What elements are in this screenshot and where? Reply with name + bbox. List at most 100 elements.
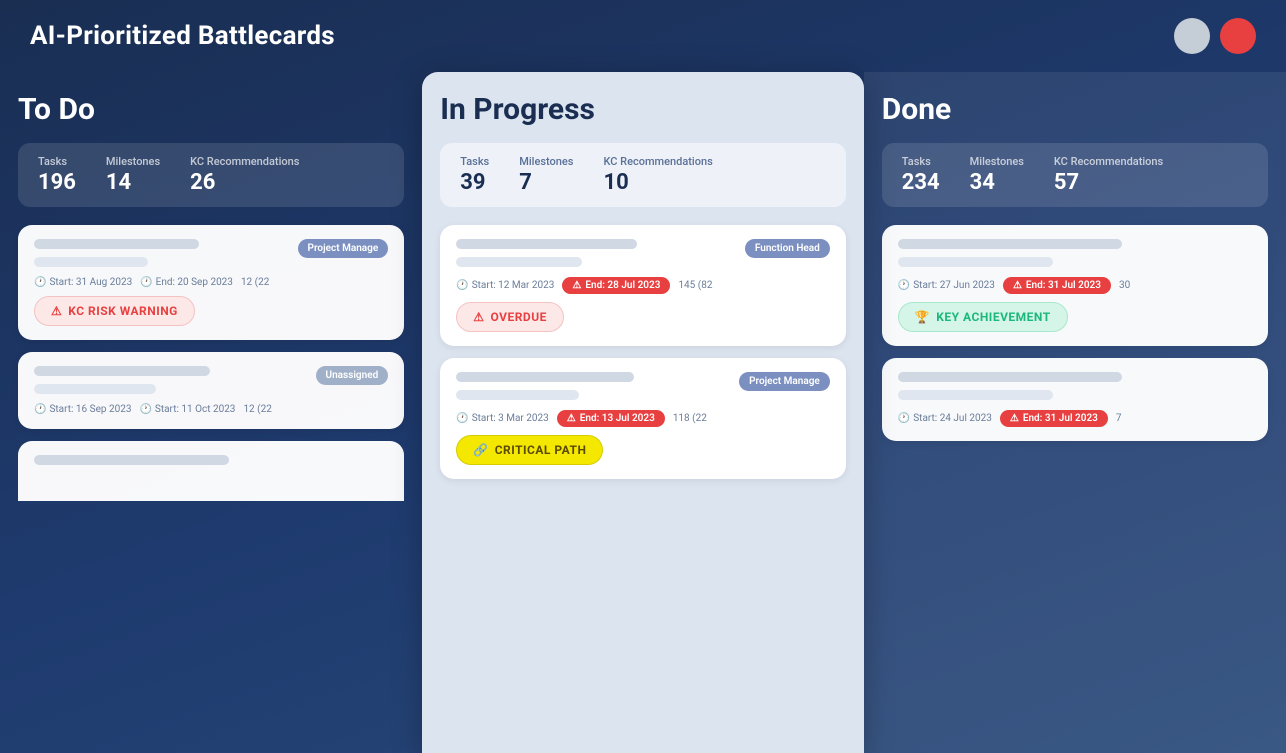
achievement-icon: 🏆: [915, 310, 930, 324]
todo-card-2-end: 🕐 Start: 11 Oct 2023: [139, 404, 235, 415]
inprogress-card-2-badge[interactable]: 🔗 CRITICAL PATH: [456, 435, 603, 465]
todo-card-1-count: 12 (22: [241, 277, 269, 288]
todo-card-2-count: 12 (22: [243, 404, 271, 415]
inprogress-card-1-tag: Function Head: [745, 239, 830, 258]
todo-tasks-stat: Tasks 196: [38, 155, 76, 195]
column-todo: To Do Tasks 196 Milestones 14 KC Recomme…: [0, 72, 422, 753]
done-milestones-stat: Milestones 34: [970, 155, 1024, 195]
todo-card-2-lines: [34, 366, 306, 394]
inprogress-milestones-stat: Milestones 7: [519, 155, 573, 195]
clock-icon-2: 🕐: [140, 277, 152, 288]
inprogress-heading: In Progress: [440, 92, 846, 127]
inprogress-kc-value: 10: [603, 170, 712, 195]
inprogress-card-2-meta: 🕐 Start: 3 Mar 2023 ⚠ End: 13 Jul 2023 1…: [456, 410, 830, 427]
inprogress-card-2-line2: [456, 390, 579, 400]
todo-card-1-line1: [34, 239, 199, 249]
alert-icon-4: ⚠: [1010, 413, 1019, 424]
inprogress-card-2-header: Project Manage: [456, 372, 830, 400]
done-card-2-meta: 🕐 Start: 24 Jul 2023 ⚠ End: 31 Jul 2023 …: [898, 410, 1252, 427]
inprogress-card-2-end-overdue: ⚠ End: 13 Jul 2023: [557, 410, 665, 427]
todo-card-1-line2: [34, 257, 148, 267]
app-container: AI-Prioritized Battlecards To Do Tasks 1…: [0, 0, 1286, 753]
todo-tasks-value: 196: [38, 170, 76, 195]
todo-kc-stat: KC Recommendations 26: [190, 155, 299, 195]
inprogress-card-1-badge[interactable]: ⚠ OVERDUE: [456, 302, 564, 332]
inprogress-stats: Tasks 39 Milestones 7 KC Recommendations…: [440, 143, 846, 207]
column-done: Done Tasks 234 Milestones 34 KC Recommen…: [864, 72, 1286, 753]
inprogress-card-1-meta: 🕐 Start: 12 Mar 2023 ⚠ End: 28 Jul 2023 …: [456, 277, 830, 294]
todo-card-2-meta: 🕐 Start: 16 Sep 2023 🕐 Start: 11 Oct 202…: [34, 404, 388, 415]
inprogress-card-1-count: 145 (82: [678, 280, 712, 291]
todo-card-1[interactable]: Project Manage 🕐 Start: 31 Aug 2023 🕐 En…: [18, 225, 404, 340]
alert-icon-2: ⚠: [567, 413, 576, 424]
done-card-1-header: [898, 239, 1252, 267]
todo-heading: To Do: [18, 92, 404, 127]
user-icon[interactable]: [1174, 18, 1210, 54]
done-kc-label: KC Recommendations: [1054, 155, 1163, 168]
todo-card-2-line2: [34, 384, 156, 394]
done-card-1-count: 30: [1119, 280, 1130, 291]
clock-icon-8: 🕐: [898, 413, 910, 424]
done-card-2-start: 🕐 Start: 24 Jul 2023: [898, 413, 992, 424]
inprogress-kc-label: KC Recommendations: [603, 155, 712, 168]
done-card-1-start: 🕐 Start: 27 Jun 2023: [898, 280, 995, 291]
inprogress-card-1-line2: [456, 257, 581, 267]
inprogress-card-2[interactable]: Project Manage 🕐 Start: 3 Mar 2023 ⚠ End…: [440, 358, 846, 479]
inprogress-card-2-count: 118 (22: [673, 413, 707, 424]
done-card-2-count: 7: [1116, 413, 1122, 424]
done-card-2-line2: [898, 390, 1053, 400]
done-tasks-value: 234: [902, 170, 940, 195]
done-kc-value: 57: [1054, 170, 1163, 195]
done-tasks-label: Tasks: [902, 155, 940, 168]
warning-icon: ⚠: [51, 304, 62, 318]
todo-card-2-header: Unassigned: [34, 366, 388, 394]
alert-icon-1: ⚠: [572, 280, 581, 291]
done-card-1-badge[interactable]: 🏆 KEY ACHIEVEMENT: [898, 302, 1068, 332]
done-card-1-line2: [898, 257, 1053, 267]
done-card-1-line1: [898, 239, 1122, 249]
clock-icon-3: 🕐: [34, 404, 46, 415]
done-stats: Tasks 234 Milestones 34 KC Recommendatio…: [882, 143, 1268, 207]
todo-card-1-header: Project Manage: [34, 239, 388, 267]
todo-card-2-start: 🕐 Start: 16 Sep 2023: [34, 404, 131, 415]
columns-container: To Do Tasks 196 Milestones 14 KC Recomme…: [0, 72, 1286, 753]
inprogress-card-1-end-overdue: ⚠ End: 28 Jul 2023: [562, 277, 670, 294]
inprogress-milestones-label: Milestones: [519, 155, 573, 168]
column-inprogress: In Progress Tasks 39 Milestones 7 KC Rec…: [422, 72, 864, 753]
clock-icon-4: 🕐: [139, 404, 151, 415]
done-card-2-lines: [898, 372, 1242, 400]
clock-icon-5: 🕐: [456, 280, 468, 291]
done-card-2[interactable]: 🕐 Start: 24 Jul 2023 ⚠ End: 31 Jul 2023 …: [882, 358, 1268, 441]
todo-milestones-label: Milestones: [106, 155, 160, 168]
todo-milestones-value: 14: [106, 170, 160, 195]
todo-card-1-meta: 🕐 Start: 31 Aug 2023 🕐 End: 20 Sep 2023 …: [34, 277, 388, 288]
todo-kc-value: 26: [190, 170, 299, 195]
overdue-icon: ⚠: [473, 310, 484, 324]
header-icons: [1174, 18, 1256, 54]
partial-line-1: [34, 455, 229, 465]
done-card-2-header: [898, 372, 1252, 400]
todo-milestones-stat: Milestones 14: [106, 155, 160, 195]
critical-icon: 🔗: [473, 443, 488, 457]
inprogress-card-1[interactable]: Function Head 🕐 Start: 12 Mar 2023 ⚠ End…: [440, 225, 846, 346]
done-kc-stat: KC Recommendations 57: [1054, 155, 1163, 195]
inprogress-card-1-start: 🕐 Start: 12 Mar 2023: [456, 280, 554, 291]
todo-card-2[interactable]: Unassigned 🕐 Start: 16 Sep 2023 🕐 Start:…: [18, 352, 404, 429]
inprogress-card-2-start: 🕐 Start: 3 Mar 2023: [456, 413, 549, 424]
notification-icon[interactable]: [1220, 18, 1256, 54]
done-card-1-meta: 🕐 Start: 27 Jun 2023 ⚠ End: 31 Jul 2023 …: [898, 277, 1252, 294]
inprogress-card-1-header: Function Head: [456, 239, 830, 267]
done-milestones-label: Milestones: [970, 155, 1024, 168]
done-card-1-lines: [898, 239, 1242, 267]
todo-card-1-badge[interactable]: ⚠ KC RISK WARNING: [34, 296, 195, 326]
done-card-2-line1: [898, 372, 1122, 382]
done-card-1-end-overdue: ⚠ End: 31 Jul 2023: [1003, 277, 1111, 294]
clock-icon-7: 🕐: [898, 280, 910, 291]
app-title: AI-Prioritized Battlecards: [30, 21, 335, 51]
done-card-1[interactable]: 🕐 Start: 27 Jun 2023 ⚠ End: 31 Jul 2023 …: [882, 225, 1268, 346]
todo-card-1-end: 🕐 End: 20 Sep 2023: [140, 277, 233, 288]
todo-card-1-tag: Project Manage: [298, 239, 389, 258]
alert-icon-3: ⚠: [1013, 280, 1022, 291]
inprogress-card-1-line1: [456, 239, 637, 249]
done-heading: Done: [882, 92, 1268, 127]
